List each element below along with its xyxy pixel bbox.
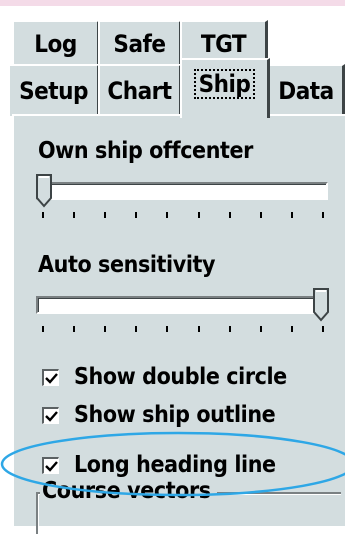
highlight-oval — [0, 431, 345, 497]
ship-settings-window: Log Safe TGT Setup Chart Ship Data Own s… — [0, 0, 345, 534]
